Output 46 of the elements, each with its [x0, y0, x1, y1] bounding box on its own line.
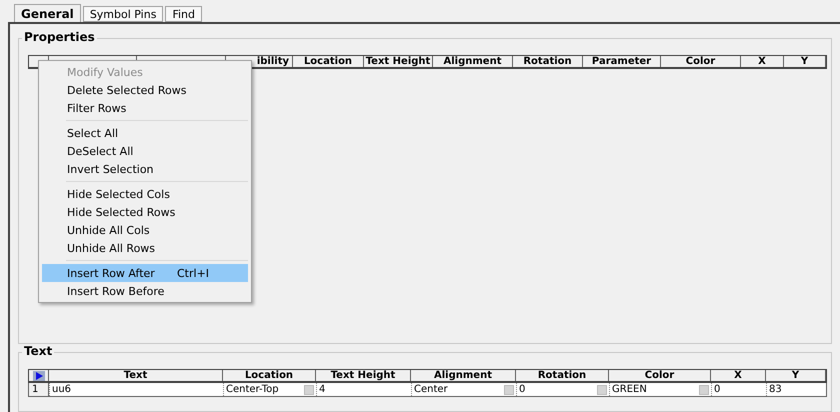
- menu-item[interactable]: Hide Selected Rows: [42, 203, 248, 221]
- table-cell[interactable]: 0: [516, 383, 609, 396]
- tab[interactable]: Find: [165, 6, 202, 22]
- dropdown-button[interactable]: [597, 384, 607, 394]
- dropdown-button[interactable]: [699, 384, 709, 394]
- menu-item[interactable]: Delete Selected Rows: [42, 81, 248, 99]
- menu-item[interactable]: DeSelect All: [42, 142, 248, 160]
- group-title: Properties: [22, 30, 97, 44]
- table-cell[interactable]: uu6: [49, 383, 223, 396]
- menu-item[interactable]: Unhide All Rows: [42, 239, 248, 257]
- table-cell[interactable]: 0: [711, 383, 766, 396]
- column-header[interactable]: X: [741, 56, 784, 67]
- column-header[interactable]: Location: [293, 56, 364, 67]
- tab[interactable]: Symbol Pins: [82, 6, 164, 22]
- tab[interactable]: General: [14, 4, 81, 22]
- menu-item[interactable]: Hide Selected Cols: [42, 185, 248, 203]
- menu-item[interactable]: Invert Selection: [42, 160, 248, 178]
- play-icon: [32, 370, 44, 380]
- column-header[interactable]: Location: [223, 370, 316, 381]
- column-header[interactable]: Parameter: [583, 56, 661, 67]
- row-number: 1: [29, 383, 49, 396]
- column-header[interactable]: Color: [661, 56, 741, 67]
- column-header[interactable]: X: [711, 370, 766, 381]
- table-cell[interactable]: Center: [411, 383, 516, 396]
- column-header[interactable]: Text Height: [316, 370, 411, 381]
- column-header[interactable]: Rotation: [516, 370, 609, 381]
- dropdown-button[interactable]: [504, 384, 514, 394]
- table-cell[interactable]: 4: [316, 383, 411, 396]
- table-cell[interactable]: GREEN: [609, 383, 711, 396]
- column-header[interactable]: Alignment: [433, 56, 513, 67]
- menu-item[interactable]: Insert Row Before: [42, 282, 248, 300]
- menu-item[interactable]: Insert Row After Ctrl+I: [42, 264, 248, 282]
- dropdown-button[interactable]: [304, 384, 314, 394]
- column-header[interactable]: Text: [49, 370, 223, 381]
- column-header[interactable]: Y: [766, 370, 826, 381]
- group-title: Text: [22, 344, 54, 358]
- table-cell[interactable]: Center-Top: [223, 383, 316, 396]
- column-header[interactable]: Y: [784, 56, 826, 67]
- menu-item[interactable]: Filter Rows: [42, 99, 248, 117]
- column-header[interactable]: Color: [609, 370, 711, 381]
- table-cell[interactable]: 83: [766, 383, 826, 396]
- menu-item[interactable]: Select All: [42, 124, 248, 142]
- menu-item[interactable]: Unhide All Cols: [42, 221, 248, 239]
- column-header[interactable]: Rotation: [513, 56, 583, 67]
- column-header[interactable]: Text Height: [364, 56, 433, 67]
- column-header[interactable]: Alignment: [411, 370, 516, 381]
